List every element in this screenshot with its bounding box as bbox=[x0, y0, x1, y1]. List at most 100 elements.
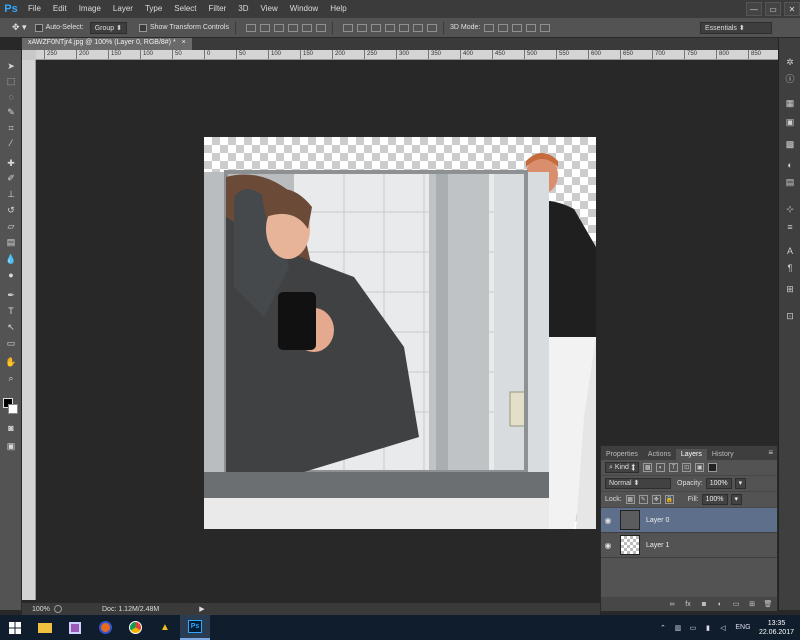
menu-help[interactable]: Help bbox=[324, 0, 352, 18]
rectangle-tool-icon[interactable]: ▭ bbox=[4, 337, 18, 349]
add-mask-icon[interactable]: ◙ bbox=[699, 600, 709, 609]
gradient-tool-icon[interactable]: ▤ bbox=[4, 236, 18, 248]
filter-pixel-icon[interactable]: ▩ bbox=[643, 463, 653, 472]
align-bottom-icon[interactable] bbox=[273, 23, 284, 32]
dodge-tool-icon[interactable]: ● bbox=[4, 269, 18, 281]
chrome-icon[interactable] bbox=[120, 615, 150, 640]
tray-network-icon[interactable]: ▥ bbox=[672, 624, 684, 632]
lock-position-icon[interactable]: ✥ bbox=[651, 495, 661, 504]
adjustment-layer-icon[interactable]: ◐ bbox=[715, 600, 725, 609]
tab-properties[interactable]: Properties bbox=[601, 449, 643, 460]
zoom-level[interactable]: 100% bbox=[22, 606, 50, 613]
distribute-left-icon[interactable] bbox=[384, 23, 395, 32]
align-right-icon[interactable] bbox=[315, 23, 326, 32]
align-vcenter-icon[interactable] bbox=[259, 23, 270, 32]
lock-transparent-icon[interactable]: ▦ bbox=[625, 495, 635, 504]
menu-select[interactable]: Select bbox=[168, 0, 202, 18]
link-layers-icon[interactable]: ∞ bbox=[667, 600, 677, 609]
language-indicator[interactable]: ENG bbox=[735, 624, 751, 631]
timeline-icon[interactable]: ⊞ bbox=[784, 283, 796, 295]
visibility-eye-icon[interactable]: ◉ bbox=[601, 541, 615, 550]
panel-menu-icon[interactable]: ≡ bbox=[768, 448, 773, 457]
3d-scale-icon[interactable] bbox=[540, 23, 551, 32]
fill-dropdown-icon[interactable]: ▾ bbox=[730, 494, 743, 505]
menu-view[interactable]: View bbox=[255, 0, 284, 18]
filter-type-icon[interactable]: T bbox=[669, 463, 679, 472]
close-button[interactable]: ✕ bbox=[784, 2, 800, 16]
eraser-tool-icon[interactable]: ▱ bbox=[4, 220, 18, 232]
layer-style-icon[interactable]: fx bbox=[683, 600, 693, 609]
menu-layer[interactable]: Layer bbox=[107, 0, 139, 18]
filter-smart-object-icon[interactable]: ▣ bbox=[695, 463, 705, 472]
healing-brush-tool-icon[interactable]: ✚ bbox=[4, 157, 18, 169]
layer-row-layer-0[interactable]: ◉ Layer 0 bbox=[601, 508, 777, 533]
file-explorer-icon[interactable] bbox=[30, 615, 60, 640]
new-group-icon[interactable]: ▭ bbox=[731, 600, 741, 609]
clock[interactable]: 13:35 22.06.2017 bbox=[759, 619, 794, 637]
tray-volume-icon[interactable]: ◁ bbox=[717, 624, 729, 632]
navigator-icon[interactable]: ⊡ bbox=[784, 310, 796, 322]
brush-tool-icon[interactable]: ✐ bbox=[4, 172, 18, 184]
menu-edit[interactable]: Edit bbox=[47, 0, 73, 18]
3d-rotate-icon[interactable] bbox=[484, 23, 495, 32]
history-brush-tool-icon[interactable]: ↺ bbox=[4, 204, 18, 216]
tray-battery-icon[interactable]: ▮ bbox=[702, 624, 714, 632]
fill-input[interactable]: 100% bbox=[701, 494, 728, 505]
align-left-icon[interactable] bbox=[287, 23, 298, 32]
info-panel-icon[interactable]: ⓘ bbox=[784, 73, 796, 85]
character-panel-icon[interactable]: A bbox=[784, 245, 796, 257]
tab-layers[interactable]: Layers bbox=[675, 449, 707, 460]
tray-display-icon[interactable]: ▭ bbox=[687, 624, 699, 632]
windows-start-icon[interactable] bbox=[0, 615, 30, 640]
menu-type[interactable]: Type bbox=[139, 0, 168, 18]
quick-select-tool-icon[interactable]: ✎ bbox=[4, 106, 18, 118]
3d-drag-icon[interactable] bbox=[512, 23, 523, 32]
photoshop-taskbar-icon[interactable]: Ps bbox=[180, 615, 210, 640]
document-canvas[interactable] bbox=[204, 137, 596, 529]
blend-mode-dropdown[interactable]: Normal ⬍ bbox=[605, 478, 671, 489]
warning-app-icon[interactable]: ▲ bbox=[150, 615, 180, 640]
crop-tool-icon[interactable]: ⌗ bbox=[4, 122, 18, 134]
distribute-hcenter-icon[interactable] bbox=[398, 23, 409, 32]
distribute-right-icon[interactable] bbox=[412, 23, 423, 32]
screen-mode-icon[interactable]: ▣ bbox=[4, 440, 18, 452]
menu-3d[interactable]: 3D bbox=[232, 0, 254, 18]
layer-row-layer-1[interactable]: ◉ Layer 1 bbox=[601, 533, 777, 558]
horizontal-ruler[interactable]: 250 200 150 100 50 0 50 100 150 200 250 300 350 400 45… bbox=[36, 50, 778, 60]
adjustments-icon[interactable]: ▩ bbox=[784, 138, 796, 150]
move-tool-icon[interactable]: ➤ bbox=[4, 60, 18, 72]
auto-select-checkbox[interactable] bbox=[34, 23, 43, 32]
paths-icon[interactable]: ⊹ bbox=[784, 203, 796, 215]
auto-select-dropdown[interactable]: Group ⬍ bbox=[89, 21, 127, 34]
3d-slide-icon[interactable] bbox=[526, 23, 537, 32]
clone-source-icon[interactable]: ▣ bbox=[784, 116, 796, 128]
type-tool-icon[interactable]: T bbox=[4, 305, 18, 317]
blur-tool-icon[interactable]: 💧 bbox=[4, 253, 18, 265]
filter-adjustment-icon[interactable]: ◐ bbox=[656, 463, 666, 472]
save-app-icon[interactable] bbox=[60, 615, 90, 640]
opacity-dropdown-icon[interactable]: ▾ bbox=[734, 478, 747, 489]
transform-controls-checkbox[interactable] bbox=[138, 23, 147, 32]
color-panel-icon[interactable]: ✲ bbox=[784, 56, 796, 68]
paragraph-panel-icon[interactable]: ¶ bbox=[784, 262, 796, 274]
quick-mask-icon[interactable]: ◙ bbox=[4, 422, 18, 434]
zoom-tool-icon[interactable]: ⌕ bbox=[4, 372, 18, 384]
background-color-swatch[interactable] bbox=[8, 404, 18, 414]
menu-image[interactable]: Image bbox=[73, 0, 107, 18]
delete-layer-icon[interactable]: 🗑 bbox=[763, 600, 773, 609]
auto-align-icon[interactable] bbox=[426, 23, 437, 32]
distribute-bottom-icon[interactable] bbox=[370, 23, 381, 32]
menu-window[interactable]: Window bbox=[284, 0, 324, 18]
eyedropper-tool-icon[interactable]: ⁄ bbox=[4, 137, 18, 149]
close-document-icon[interactable]: × bbox=[182, 39, 186, 46]
move-tool-icon[interactable]: ✥ ▾ bbox=[12, 22, 27, 33]
tab-actions[interactable]: Actions bbox=[643, 449, 676, 460]
filter-shape-icon[interactable]: ⊡ bbox=[682, 463, 692, 472]
clone-stamp-tool-icon[interactable]: ⊥ bbox=[4, 188, 18, 200]
new-layer-icon[interactable]: ⊞ bbox=[747, 600, 757, 609]
styles-icon[interactable]: ◐ bbox=[784, 159, 796, 171]
maximize-button[interactable]: ▭ bbox=[765, 2, 781, 16]
swatches-icon[interactable]: ▤ bbox=[784, 176, 796, 188]
minimize-button[interactable]: — bbox=[746, 2, 762, 16]
lasso-tool-icon[interactable]: ◌ bbox=[4, 91, 18, 103]
